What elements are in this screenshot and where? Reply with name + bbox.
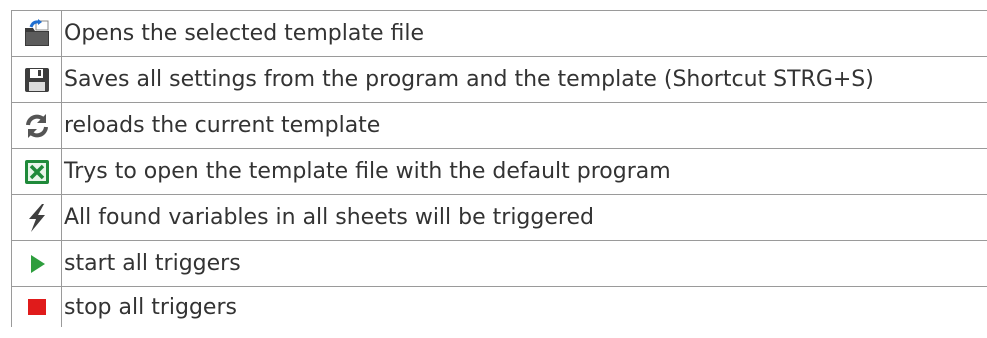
save-floppy-icon	[12, 66, 61, 94]
description-text: All found variables in all sheets will b…	[61, 194, 987, 241]
description-text: Trys to open the template file with the …	[61, 148, 987, 195]
description-text: stop all triggers	[61, 286, 987, 327]
table-row: Trys to open the template file with the …	[11, 148, 987, 195]
icon-cell	[11, 56, 62, 103]
reload-icon	[12, 112, 61, 140]
description-text: Saves all settings from the program and …	[61, 56, 987, 103]
table-row: stop all triggers	[11, 286, 987, 327]
icon-cell	[11, 286, 62, 327]
open-folder-icon	[12, 18, 61, 49]
description-text: Opens the selected template file	[61, 10, 987, 57]
table-row: Saves all settings from the program and …	[11, 56, 987, 103]
icon-cell	[11, 10, 62, 57]
icon-cell	[11, 102, 62, 149]
icon-cell	[11, 240, 62, 287]
icon-cell	[11, 194, 62, 241]
table-row: All found variables in all sheets will b…	[11, 194, 987, 241]
table-row: Opens the selected template file	[11, 10, 987, 57]
table-row: reloads the current template	[11, 102, 987, 149]
toolbar-legend-table: Opens the selected template file Saves a…	[11, 10, 987, 327]
table-row: start all triggers	[11, 240, 987, 287]
excel-icon	[12, 158, 61, 186]
stop-icon	[12, 295, 61, 319]
icon-cell	[11, 148, 62, 195]
description-text: reloads the current template	[61, 102, 987, 149]
play-icon	[12, 252, 61, 276]
lightning-icon	[12, 203, 61, 233]
description-text: start all triggers	[61, 240, 987, 287]
